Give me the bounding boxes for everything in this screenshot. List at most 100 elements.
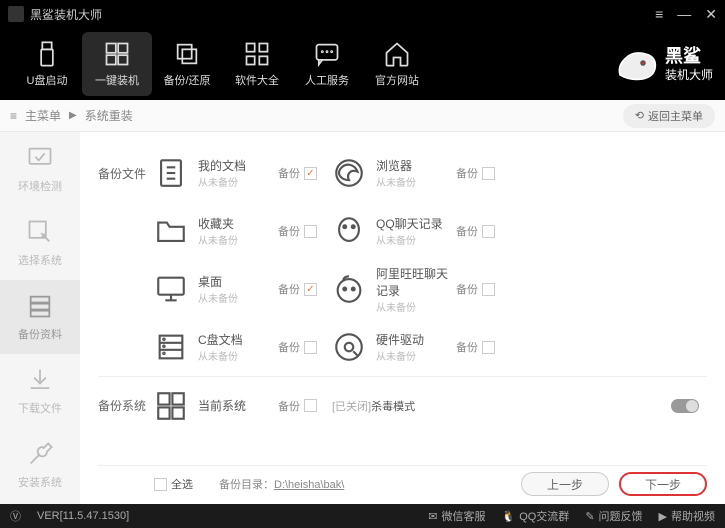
backup-row: 备份文件 我的文档从未备份 备份✓ 浏览器从未备份 备份	[98, 144, 707, 202]
feedback-icon: ✎	[585, 510, 594, 523]
backup-checkbox[interactable]: 备份	[456, 165, 510, 181]
nav-website[interactable]: 官方网站	[362, 32, 432, 96]
sidebar-item-label: 备份资料	[18, 326, 62, 342]
breadcrumb-main[interactable]: 主菜单	[25, 107, 61, 124]
kill-mode-row: [已关闭] 杀毒模式	[332, 398, 707, 414]
breadcrumb-current: 系统重装	[85, 107, 133, 124]
usb-icon	[33, 40, 61, 68]
sidebar-item-install[interactable]: 安装系统	[0, 428, 80, 502]
backup-checkbox[interactable]: 备份	[456, 339, 510, 355]
item-sub: 从未备份	[376, 174, 456, 189]
back-button[interactable]: ⟲返回主菜单	[623, 104, 715, 128]
backup-checkbox[interactable]: 备份	[278, 398, 332, 414]
brand-text: 黑鲨 装机大师	[665, 45, 713, 84]
sidebar-item-label: 环境检测	[18, 178, 62, 194]
item-title: 当前系统	[198, 397, 278, 414]
apps-icon	[243, 40, 271, 68]
chat-icon	[313, 40, 341, 68]
status-help[interactable]: ▶帮助视频	[659, 508, 715, 524]
kill-mode-label: 杀毒模式	[371, 398, 415, 414]
kill-mode-toggle[interactable]	[671, 399, 699, 413]
backup-checkbox[interactable]: 备份	[278, 223, 332, 239]
menu-icon[interactable]: ≡	[655, 6, 663, 23]
breadcrumb: ≡ 主菜单 ▶ 系统重装 ⟲返回主菜单	[0, 100, 725, 132]
item-title: 阿里旺旺聊天记录	[376, 265, 456, 299]
backup-checkbox[interactable]: 备份	[278, 339, 332, 355]
nav-backup[interactable]: 备份/还原	[152, 32, 222, 96]
windows-icon	[103, 40, 131, 68]
wrench-icon	[26, 440, 54, 468]
item-title: QQ聊天记录	[376, 215, 456, 232]
nav-label: 备份/还原	[163, 72, 210, 88]
version-text: VER[11.5.47.1530]	[37, 510, 129, 522]
chevron-right-icon: ▶	[69, 110, 77, 121]
sidebar-item-label: 选择系统	[18, 252, 62, 268]
item-title: 我的文档	[198, 157, 278, 174]
kill-mode-status: [已关闭]	[332, 398, 371, 414]
item-sub: 从未备份	[198, 174, 278, 189]
nav-software[interactable]: 软件大全	[222, 32, 292, 96]
nav-install[interactable]: 一键装机	[82, 32, 152, 96]
select-all-checkbox[interactable]: 全选	[154, 476, 193, 492]
backup-row: 备份系统 当前系统 备份 [已关闭] 杀毒模式	[98, 376, 707, 434]
close-icon[interactable]: ✕	[705, 6, 717, 23]
backup-checkbox[interactable]: 备份✓	[278, 281, 332, 297]
backup-row: C盘文档从未备份 备份 硬件驱动从未备份 备份	[98, 318, 707, 376]
window-title: 黑鲨装机大师	[30, 6, 655, 23]
sidebar-item-download[interactable]: 下载文件	[0, 354, 80, 428]
item-sub: 从未备份	[198, 232, 278, 247]
document-icon	[154, 156, 188, 190]
sidebar-item-env[interactable]: 环境检测	[0, 132, 80, 206]
windows-grid-icon	[154, 389, 188, 423]
desktop-icon	[154, 272, 188, 306]
qq-small-icon: 🐧	[501, 510, 515, 523]
nav-usb[interactable]: U盘启动	[12, 32, 82, 96]
nav-service[interactable]: 人工服务	[292, 32, 362, 96]
app-logo-icon	[8, 6, 24, 22]
disk-icon	[332, 330, 366, 364]
status-wechat[interactable]: ✉微信客服	[428, 508, 485, 524]
item-title: 硬件驱动	[376, 331, 456, 348]
sidebar-item-backup[interactable]: 备份资料	[0, 280, 80, 354]
item-sub: 从未备份	[198, 290, 278, 305]
browser-icon	[332, 156, 366, 190]
nav-label: 软件大全	[235, 72, 279, 88]
backup-checkbox[interactable]: 备份	[456, 223, 510, 239]
nav-label: 人工服务	[305, 72, 349, 88]
backup-dir-link[interactable]: D:\heisha\bak\	[274, 479, 344, 491]
sidebar-item-label: 安装系统	[18, 474, 62, 490]
sidebar-item-label: 下载文件	[18, 400, 62, 416]
cursor-icon	[26, 218, 54, 246]
version-icon: Ⓥ	[10, 508, 21, 524]
database-icon	[26, 292, 54, 320]
backup-checkbox[interactable]: 备份✓	[278, 165, 332, 181]
next-button[interactable]: 下一步	[619, 472, 707, 496]
nav-label: 官方网站	[375, 72, 419, 88]
folder-icon	[154, 214, 188, 248]
section-system-label: 备份系统	[98, 397, 154, 414]
help-icon: ▶	[659, 510, 667, 523]
item-title: 浏览器	[376, 157, 456, 174]
status-feedback[interactable]: ✎问题反馈	[585, 508, 642, 524]
wechat-icon: ✉	[428, 510, 437, 523]
sidebar-item-select[interactable]: 选择系统	[0, 206, 80, 280]
shark-logo-icon	[615, 45, 659, 83]
item-sub: 从未备份	[198, 348, 278, 363]
backup-row: 桌面从未备份 备份✓ 阿里旺旺聊天记录从未备份 备份	[98, 260, 707, 318]
item-title: 收藏夹	[198, 215, 278, 232]
prev-button[interactable]: 上一步	[521, 472, 609, 496]
copy-icon	[173, 40, 201, 68]
status-qq[interactable]: 🐧QQ交流群	[501, 508, 569, 524]
list-icon: ≡	[10, 109, 17, 123]
minimize-icon[interactable]: —	[677, 6, 691, 23]
item-sub: 从未备份	[376, 348, 456, 363]
home-icon	[383, 40, 411, 68]
download-icon	[26, 366, 54, 394]
item-title: 桌面	[198, 273, 278, 290]
qq-icon	[332, 214, 366, 248]
section-files-label: 备份文件	[98, 165, 154, 182]
backup-checkbox[interactable]: 备份	[456, 281, 510, 297]
item-sub: 从未备份	[376, 299, 456, 314]
backup-dir: 备份目录：D:\heisha\bak\	[219, 476, 344, 492]
nav-label: 一键装机	[95, 72, 139, 88]
